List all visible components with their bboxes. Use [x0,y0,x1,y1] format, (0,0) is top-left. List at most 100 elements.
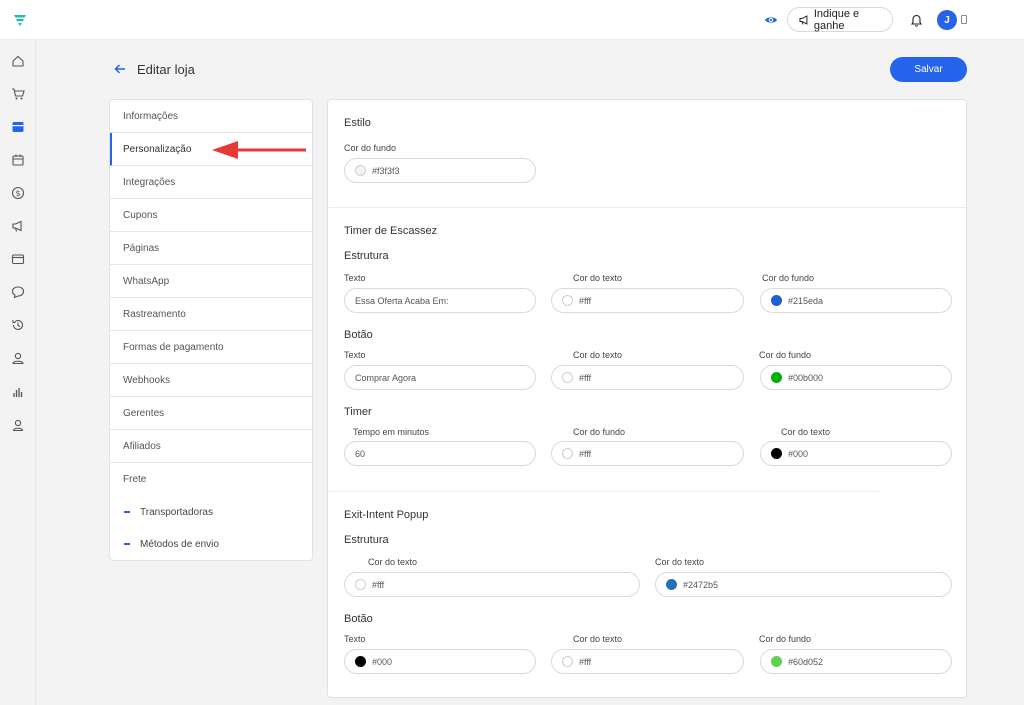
home-icon[interactable] [11,54,25,68]
timer-botao-cor-fundo-field[interactable]: #00b000 [760,365,952,390]
bullet-dash [124,543,130,545]
nav-item-paginas[interactable]: Páginas [110,232,312,265]
avatar-initial: J [944,14,950,26]
field-value: #000 [788,448,809,459]
field-value: #60d052 [788,656,824,667]
timer-estrutura-cor-fundo-field[interactable]: #215eda [760,288,952,313]
timer-tempo-input[interactable]: 60 [344,441,536,466]
field-value: #fff [372,579,385,590]
popup-botao-cor-texto-field[interactable]: #fff [551,649,744,674]
indique-e-ganhe-button[interactable]: Indique e ganhe [787,7,893,32]
nav-item-webhooks[interactable]: Webhooks [110,364,312,397]
nav-item-cupons[interactable]: Cupons [110,199,312,232]
color-swatch[interactable] [771,372,782,383]
timer-cor-fundo-field[interactable]: #fff [551,441,744,466]
nav-subitem-metodos-de-envio[interactable]: Métodos de envio [110,528,312,560]
section-title-exit-intent-popup: Exit-Intent Popup [344,509,429,521]
label-cor-do-fundo: Cor do fundo [573,427,626,437]
label-cor-do-fundo: Cor do fundo [762,273,815,283]
timer-estrutura-cor-texto-field[interactable]: #fff [551,288,744,313]
calendar-icon[interactable] [11,153,25,167]
brand-logo-icon[interactable] [12,12,28,28]
nav-item-gerentes[interactable]: Gerentes [110,397,312,430]
nav-item-informacoes[interactable]: Informações [110,100,312,133]
label-cor-do-texto: Cor do texto [781,427,831,437]
popup-estrutura-cor-texto-field-1[interactable]: #fff [344,572,640,597]
nav-item-rastreamento[interactable]: Rastreamento [110,298,312,331]
timer-cor-texto-field[interactable]: #000 [760,441,952,466]
label-cor-do-texto: Cor do texto [573,634,623,644]
nav-subitem-label: Transportadoras [140,506,213,518]
megaphone-icon[interactable] [11,219,25,233]
nav-item-formas-de-pagamento[interactable]: Formas de pagamento [110,331,312,364]
label-cor-do-texto: Cor do texto [368,557,418,567]
divider [329,207,966,208]
wallet-icon[interactable] [11,252,25,266]
nav-item-whatsapp[interactable]: WhatsApp [110,265,312,298]
color-swatch[interactable] [771,295,782,306]
timer-botao-cor-texto-field[interactable]: #fff [551,365,744,390]
top-bar: Indique e ganhe J [0,0,1024,40]
save-button[interactable]: Salvar [890,57,967,82]
subsection-title-estrutura: Estrutura [344,534,389,546]
back-arrow-icon[interactable] [114,63,126,75]
subsection-title-botao: Botão [344,613,373,625]
bullet-dash [124,511,130,513]
dollar-icon[interactable]: $ [11,186,25,200]
color-swatch[interactable] [562,295,573,306]
page-title: Editar loja [137,62,195,77]
color-swatch[interactable] [562,448,573,459]
color-swatch[interactable] [355,656,366,667]
bell-icon[interactable] [910,13,923,27]
subsection-title-botao: Botão [344,329,373,341]
label-texto: Texto [344,273,366,283]
label-cor-do-texto: Cor do texto [573,273,623,283]
bar-chart-icon[interactable] [11,385,25,399]
color-swatch[interactable] [355,165,366,176]
field-value: #2472b5 [683,579,719,590]
nav-item-afiliados[interactable]: Afiliados [110,430,312,463]
section-title-estilo: Estilo [344,117,371,129]
field-value: #215eda [788,295,824,306]
nav-item-frete[interactable]: Frete [110,463,312,496]
subsection-title-timer: Timer [344,406,372,418]
color-swatch[interactable] [562,656,573,667]
nav-item-integracoes[interactable]: Integrações [110,166,312,199]
popup-botao-cor-fundo-field[interactable]: #60d052 [760,649,952,674]
svg-text:$: $ [15,189,20,198]
label-texto: Texto [344,350,366,360]
color-swatch[interactable] [771,656,782,667]
device-icon[interactable] [961,15,967,24]
avatar[interactable]: J [937,10,957,30]
timer-botao-texto-input[interactable]: Comprar Agora [344,365,536,390]
field-value: #000 [372,656,393,667]
color-swatch[interactable] [666,579,677,590]
indique-e-ganhe-label: Indique e ganhe [813,7,860,32]
divider [329,491,879,492]
settings-nav: Informações Personalização Integrações C… [109,99,313,561]
label-texto: Texto [344,634,366,644]
field-value: #fff [579,295,592,306]
color-swatch[interactable] [771,448,782,459]
color-swatch[interactable] [562,372,573,383]
chat-icon[interactable] [11,285,25,299]
estilo-cor-fundo-field[interactable]: #f3f3f3 [344,158,536,183]
users-icon[interactable] [11,351,25,365]
field-value: #fff [579,656,592,667]
side-rail: $ [0,41,36,705]
field-value: #fff [579,448,592,459]
popup-estrutura-cor-texto-field-2[interactable]: #2472b5 [655,572,952,597]
eye-icon[interactable] [764,13,778,27]
user-icon[interactable] [11,418,25,432]
subsection-title-estrutura: Estrutura [344,250,389,262]
nav-subitem-transportadoras[interactable]: Transportadoras [110,496,312,528]
cart-icon[interactable] [11,87,25,101]
store-icon[interactable] [11,120,25,134]
label-cor-do-texto: Cor do texto [655,557,705,567]
timer-estrutura-texto-input[interactable]: Essa Oferta Acaba Em: [344,288,536,313]
settings-card: Estilo Cor do fundo #f3f3f3 Timer de Esc… [327,99,967,698]
history-icon[interactable] [11,318,25,332]
field-value: #fff [579,372,592,383]
popup-botao-texto-field[interactable]: #000 [344,649,536,674]
color-swatch[interactable] [355,579,366,590]
